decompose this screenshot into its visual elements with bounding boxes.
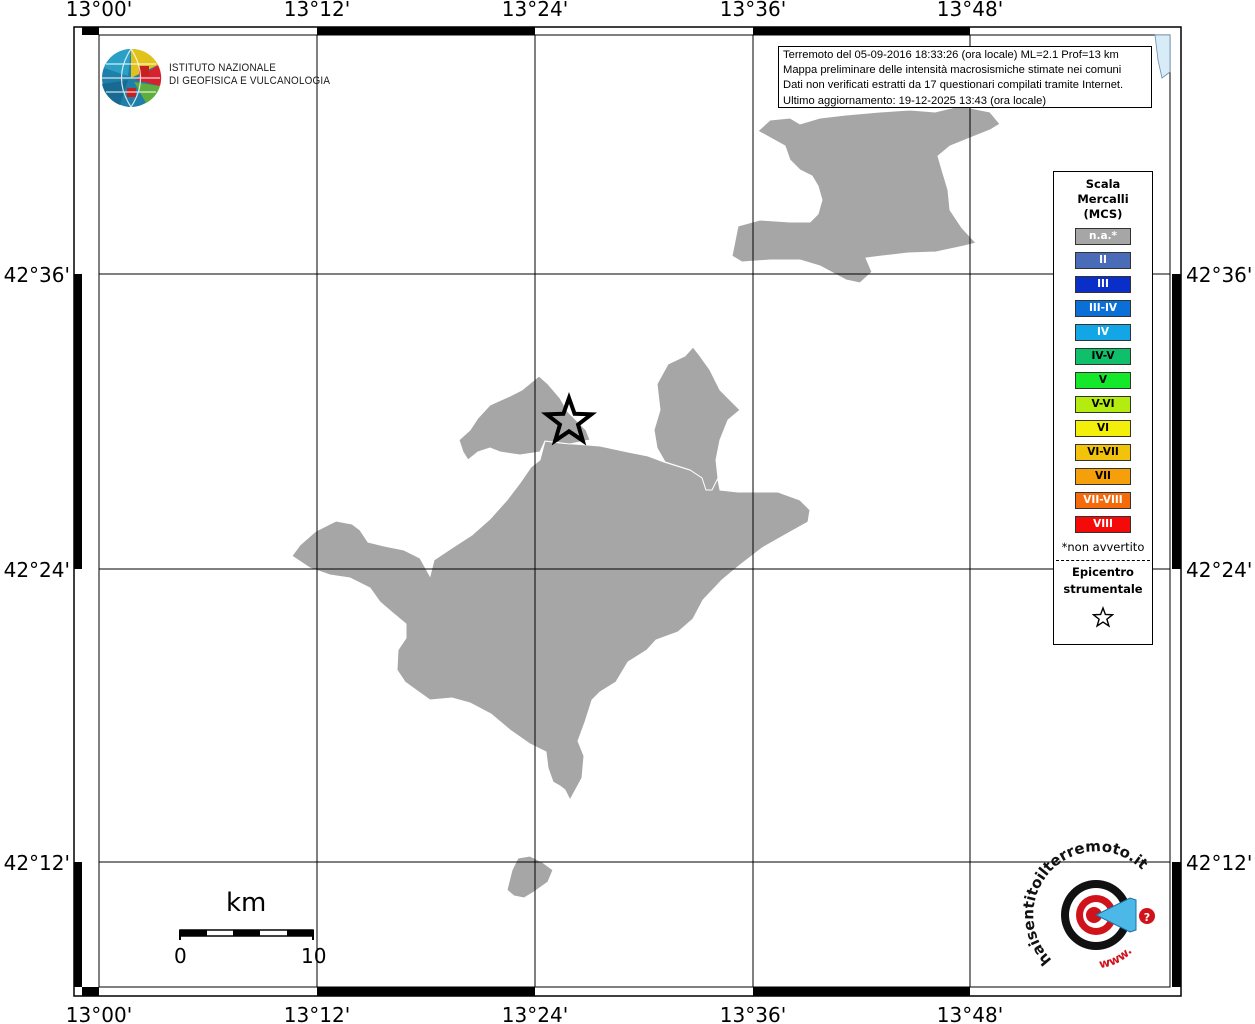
lon-label: 13°12': [284, 0, 350, 21]
legend-title-line: (MCS): [1083, 207, 1123, 221]
legend-item: VI: [1075, 420, 1131, 437]
info-line: Terremoto del 05-09-2016 18:33:26 (ora l…: [783, 49, 1119, 61]
lon-labels-bottom: 13°00' 13°12' 13°24' 13°36' 13°48': [66, 1003, 1003, 1024]
mcs-legend: Scala Mercalli (MCS) n.a.* II III III-IV…: [1053, 171, 1153, 645]
lat-label: 42°24': [4, 558, 70, 582]
lat-label: 42°12': [1186, 851, 1252, 875]
scale-max: 10: [301, 944, 327, 968]
legend-epicenter-line: Epicentro: [1072, 565, 1134, 579]
lat-labels-right: 42°36' 42°24' 42°12': [1186, 263, 1252, 875]
scale-min: 0: [174, 944, 187, 968]
legend-epicenter-label: Epicentro strumentale: [1054, 564, 1152, 598]
lat-label: 42°36': [1186, 263, 1252, 287]
legend-items: n.a.* II III III-IV IV IV-V V V-VI VI VI…: [1054, 228, 1152, 533]
lon-label: 13°00': [66, 1003, 132, 1024]
lat-label: 42°36': [4, 263, 70, 287]
lon-labels-top: 13°00' 13°12' 13°24' 13°36' 13°48': [66, 0, 1003, 21]
legend-item: IV-V: [1075, 348, 1131, 365]
lat-label: 42°12': [4, 851, 70, 875]
legend-item: n.a.*: [1075, 228, 1131, 245]
legend-item: VIII: [1075, 516, 1131, 533]
legend-item: V: [1075, 372, 1131, 389]
lat-label: 42°24': [1186, 558, 1252, 582]
lon-label: 13°36': [720, 1003, 786, 1024]
legend-item: II: [1075, 252, 1131, 269]
legend-item: V-VI: [1075, 396, 1131, 413]
lon-label: 13°12': [284, 1003, 350, 1024]
legend-item: III: [1075, 276, 1131, 293]
legend-divider: [1056, 560, 1150, 561]
info-line: Dati non verificati estratti da 17 quest…: [783, 79, 1124, 92]
legend-item: VII-VIII: [1075, 492, 1131, 509]
legend-title-line: Scala: [1085, 177, 1121, 191]
legend-title: Scala Mercalli (MCS): [1054, 176, 1152, 222]
lon-label: 13°48': [937, 0, 1003, 21]
scale-unit: km: [226, 888, 267, 918]
legend-epicenter-line: strumentale: [1063, 582, 1143, 596]
lon-label: 13°48': [937, 1003, 1003, 1024]
institute-line: ISTITUTO NAZIONALE: [169, 62, 277, 74]
legend-note: *non avvertito: [1061, 540, 1145, 554]
legend-title-line: Mercalli: [1077, 192, 1129, 206]
info-line: Ultimo aggiornamento: 19-12-2025 13:43 (…: [783, 94, 1047, 107]
lon-label: 13°36': [720, 0, 786, 21]
legend-item: IV: [1075, 324, 1131, 341]
legend-star-icon: [1054, 605, 1152, 632]
legend-item: VI-VII: [1075, 444, 1131, 461]
institute-line: DI GEOFISICA E VULCANOLOGIA: [169, 75, 331, 87]
institute-name: ISTITUTO NAZIONALE DI GEOFISICA E VULCAN…: [169, 62, 330, 88]
ingv-globe-logo: [102, 48, 162, 108]
lon-label: 13°24': [502, 1003, 568, 1024]
logo-question: ?: [1144, 911, 1150, 924]
lon-label: 13°00': [66, 0, 132, 21]
legend-item: III-IV: [1075, 300, 1131, 317]
lat-labels-left: 42°36' 42°24' 42°12': [4, 263, 70, 875]
earthquake-info-box: Terremoto del 05-09-2016 18:33:26 (ora l…: [778, 46, 1152, 108]
lon-label: 13°24': [502, 0, 568, 21]
legend-item: VII: [1075, 468, 1131, 485]
info-line: Mappa preliminare delle intensità macros…: [783, 64, 1122, 77]
